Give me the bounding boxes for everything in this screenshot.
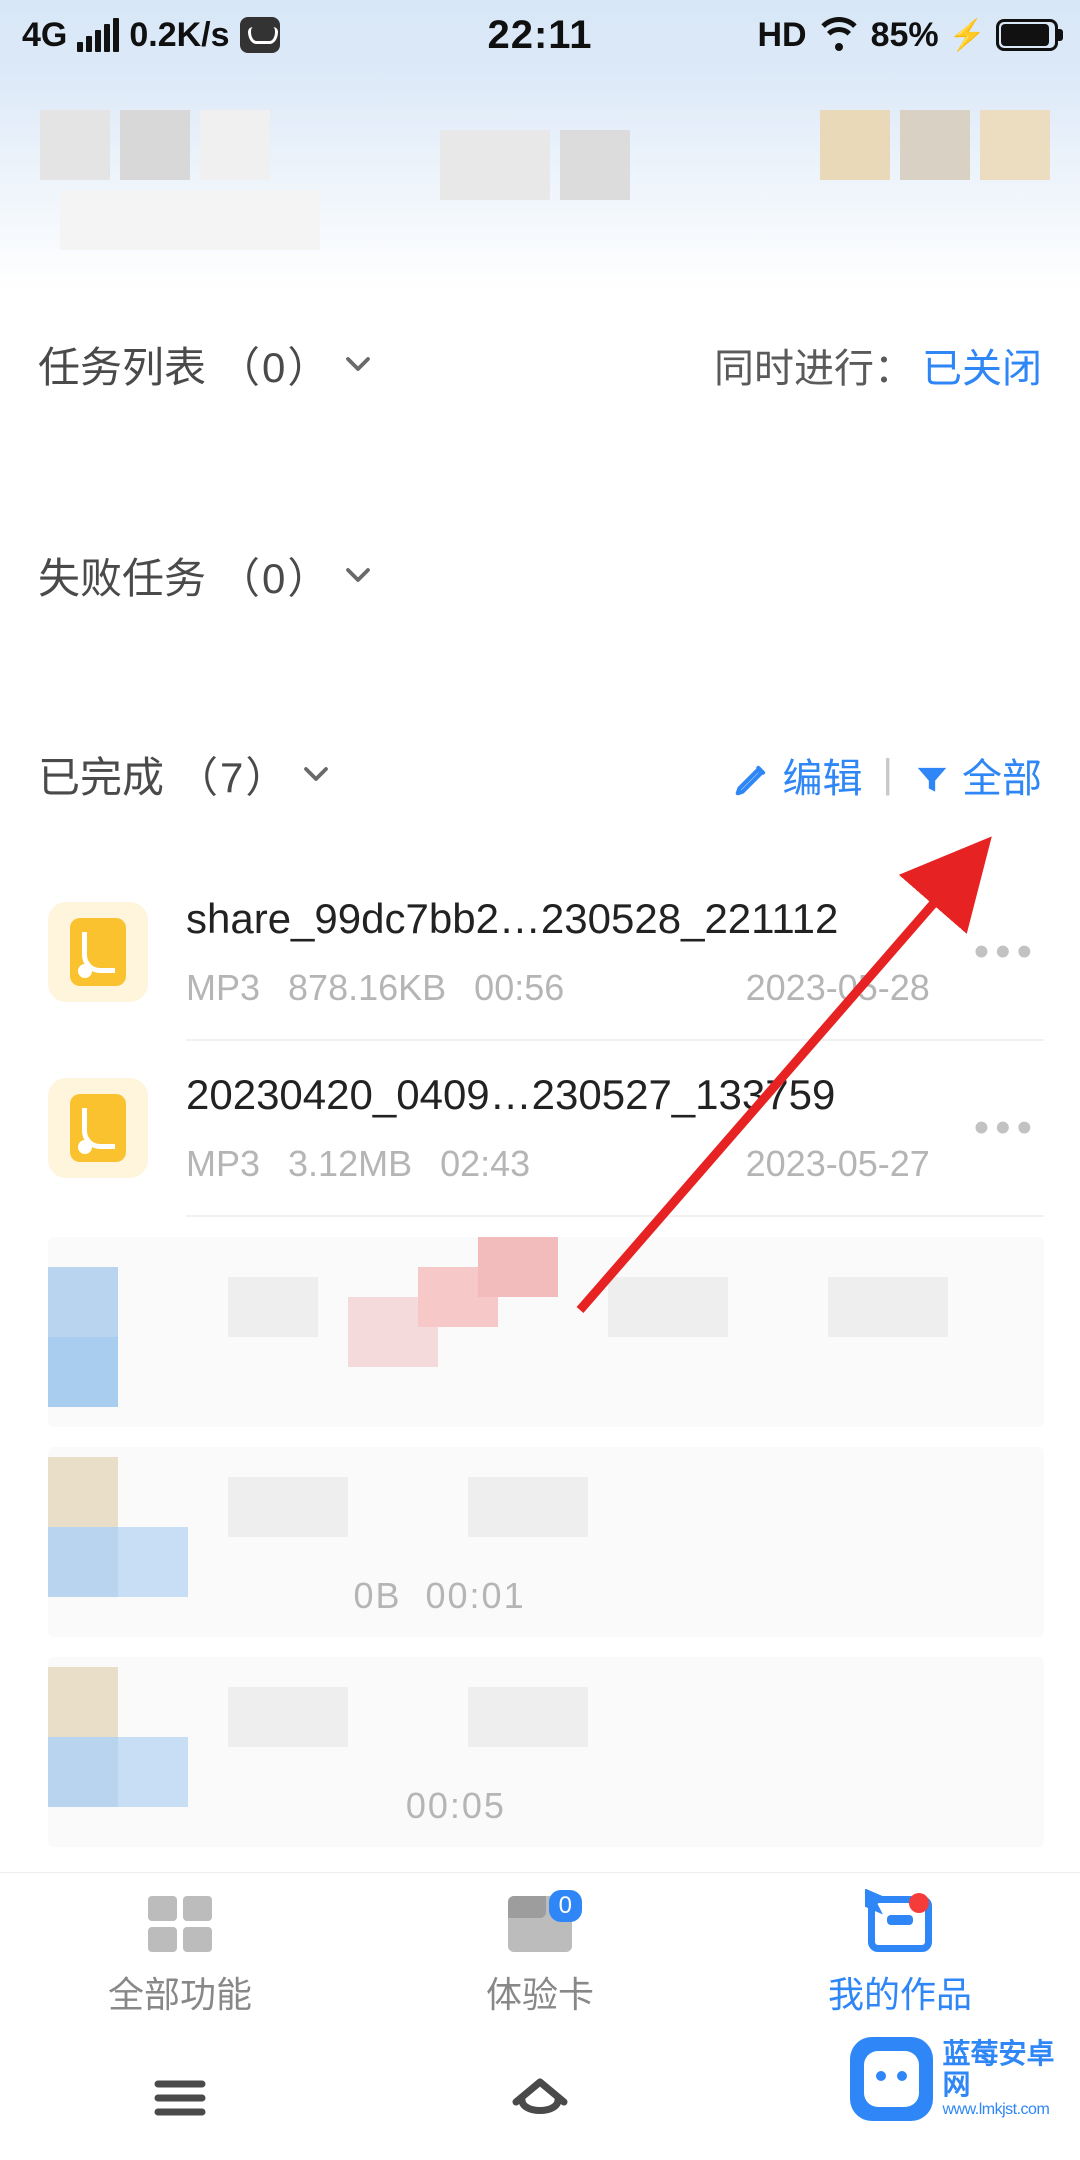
file-format: MP3 — [186, 967, 260, 1009]
notification-dot-icon — [909, 1893, 929, 1913]
more-button[interactable]: ••• — [968, 927, 1044, 977]
file-item-redacted[interactable]: ⠀⠀⠀ ⠀0B 00:01 — [48, 1447, 1044, 1637]
status-time: 22:11 — [487, 13, 592, 58]
badge: 0 — [549, 1890, 582, 1922]
header-area-redacted — [0, 70, 1080, 290]
signal-icon — [77, 18, 119, 52]
watermark-sub: www.lmkjst.com — [943, 2101, 1080, 2119]
pencil-icon — [733, 757, 782, 801]
concurrent-state: 已关闭 — [922, 336, 1042, 394]
file-size: 3.12MB — [288, 1143, 412, 1185]
file-item-meta-redacted: ⠀⠀⠀ ⠀0B 00:01 — [228, 1575, 526, 1617]
tab-label: 体验卡 — [486, 1966, 594, 2018]
file-item-redacted[interactable] — [48, 1237, 1044, 1427]
card-icon: 0 — [508, 1896, 572, 1952]
divider: | — [882, 752, 892, 797]
chevron-down-icon — [343, 552, 373, 600]
task-list-label: 任务列表 — [38, 334, 206, 395]
filter-label: 全部 — [962, 757, 1042, 801]
box-icon — [868, 1896, 932, 1952]
wifi-icon — [817, 17, 861, 53]
chevron-down-icon — [301, 751, 331, 799]
completed-label: 已完成 — [38, 744, 164, 805]
failed-label: 失败任务 — [38, 545, 206, 606]
grid-icon — [148, 1896, 212, 1952]
file-list: share_99dc7bb2…230528_221112 MP3 878.16K… — [0, 865, 1080, 1847]
file-name: share_99dc7bb2…230528_221112 — [186, 895, 930, 943]
file-date: 2023-05-28 — [746, 967, 930, 1009]
net-type: 4G — [22, 16, 67, 55]
battery-percent: 85% — [871, 16, 939, 55]
section-failed[interactable]: 失败任务 （0） — [0, 545, 1080, 606]
file-size: 878.16KB — [288, 967, 446, 1009]
task-list-count: （0） — [218, 334, 331, 395]
hd-indicator: HD — [757, 16, 806, 55]
file-item[interactable]: 20230420_0409…230527_133759 MP3 3.12MB 0… — [0, 1041, 1080, 1215]
tab-my-works[interactable]: 我的作品 — [720, 1873, 1080, 2040]
tab-bar: 全部功能 0 体验卡 我的作品 — [0, 1872, 1080, 2040]
concurrent-label: 同时进行： — [714, 336, 914, 394]
net-speed: 0.2K/s — [129, 16, 229, 55]
section-completed[interactable]: 已完成 （7） 编辑 | 全部 — [0, 744, 1080, 805]
failed-count: （0） — [218, 545, 331, 606]
notification-app-icon — [240, 17, 280, 53]
separator — [186, 1215, 1044, 1217]
nav-home-button[interactable] — [508, 2070, 572, 2131]
edit-button[interactable]: 编辑 — [733, 746, 862, 804]
status-bar: 4G 0.2K/s 22:11 HD 85% ⚡ — [0, 0, 1080, 70]
charging-icon: ⚡ — [949, 18, 986, 53]
file-duration: 02:43 — [440, 1143, 530, 1185]
audio-file-icon — [48, 1078, 148, 1178]
edit-label: 编辑 — [782, 757, 862, 801]
file-item-meta-redacted: ⠀⠀⠀ ⠀⠀ 00:05 — [228, 1785, 506, 1827]
audio-file-icon — [48, 902, 148, 1002]
concurrent-toggle[interactable]: 同时进行： 已关闭 — [714, 336, 1042, 394]
file-item[interactable]: share_99dc7bb2…230528_221112 MP3 878.16K… — [0, 865, 1080, 1039]
file-date: 2023-05-27 — [746, 1143, 930, 1185]
filter-button[interactable]: 全部 — [913, 746, 1042, 804]
tab-trial-card[interactable]: 0 体验卡 — [360, 1873, 720, 2040]
watermark: 蓝莓安卓网 www.lmkjst.com — [850, 2024, 1080, 2134]
watermark-icon — [850, 2037, 933, 2121]
completed-count: （7） — [176, 744, 289, 805]
file-item-redacted[interactable]: ⠀⠀⠀ ⠀⠀ 00:05 — [48, 1657, 1044, 1847]
tab-label: 我的作品 — [828, 1966, 972, 2018]
chevron-down-icon — [343, 341, 373, 389]
file-name: 20230420_0409…230527_133759 — [186, 1071, 930, 1119]
nav-menu-button[interactable] — [148, 2070, 212, 2131]
section-task-list[interactable]: 任务列表 （0） 同时进行： 已关闭 — [0, 334, 1080, 395]
more-button[interactable]: ••• — [968, 1103, 1044, 1153]
battery-icon — [996, 19, 1058, 51]
filter-icon — [913, 757, 962, 801]
file-format: MP3 — [186, 1143, 260, 1185]
tab-all-functions[interactable]: 全部功能 — [0, 1873, 360, 2040]
watermark-title: 蓝莓安卓网 — [943, 2039, 1080, 2101]
tab-label: 全部功能 — [108, 1966, 252, 2018]
file-duration: 00:56 — [474, 967, 564, 1009]
